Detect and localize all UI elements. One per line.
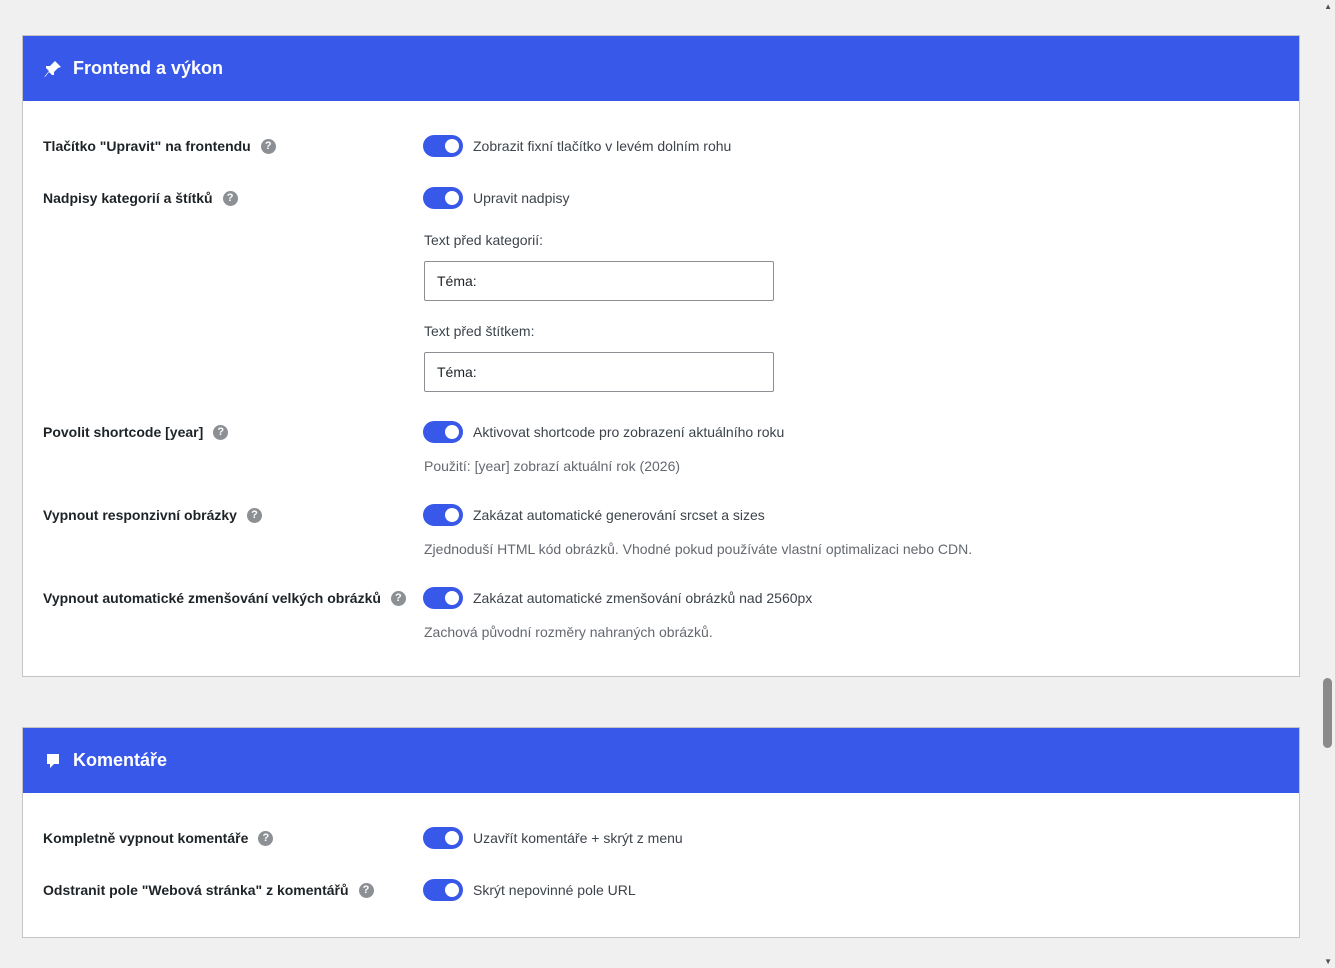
help-icon[interactable]: ? [390,590,406,606]
setting-description: Zachová původní rozměry nahraných obrázk… [424,624,713,640]
comments-panel-title: Komentáře [73,750,168,770]
toggle-label: Zakázat automatické generování srcset a … [473,507,765,523]
scroll-up-icon[interactable]: ▲ [1324,2,1332,11]
toggle-switch[interactable] [423,504,463,526]
help-icon[interactable]: ? [213,424,229,440]
setting-label: Vypnout responzivní obrázky [43,507,237,523]
setting-description: Zjednoduší HTML kód obrázků. Vhodné poku… [424,541,973,557]
tag-prefix-input[interactable]: Téma: [424,352,774,392]
scrollbar-thumb[interactable] [1323,678,1332,748]
help-icon[interactable]: ? [358,882,374,898]
toggle-switch[interactable] [423,827,463,849]
toggle-switch[interactable] [423,879,463,901]
toggle-label: Upravit nadpisy [473,190,570,206]
toggle-switch[interactable] [423,135,463,157]
setting-label: Odstranit pole "Webová stránka" z koment… [43,882,349,898]
comments-panel-header: Komentáře [23,728,1299,793]
setting-label: Vypnout automatické zmenšování velkých o… [43,590,381,606]
category-prefix-input[interactable]: Téma: [424,261,774,301]
tag-prefix-label: Text před štítkem: [424,323,535,339]
help-icon[interactable]: ? [246,507,262,523]
category-prefix-label: Text před kategorií: [424,232,544,248]
help-icon[interactable]: ? [260,138,276,154]
pin-icon [43,59,63,79]
help-icon[interactable]: ? [258,830,274,846]
setting-description: Použití: [year] zobrazí aktuální rok (20… [424,458,681,474]
setting-label: Tlačítko "Upravit" na frontendu [43,138,251,154]
setting-label: Kompletně vypnout komentáře [43,830,249,846]
setting-label: Povolit shortcode [year] [43,424,204,440]
toggle-label: Uzavřít komentáře + skrýt z menu [473,830,683,846]
toggle-label: Zobrazit fixní tlačítko v levém dolním r… [473,138,732,154]
scroll-down-icon[interactable]: ▼ [1324,957,1332,966]
toggle-label: Zakázat automatické zmenšování obrázků n… [473,590,813,606]
toggle-switch[interactable] [423,587,463,609]
frontend-panel-title: Frontend a výkon [73,58,224,78]
help-icon[interactable]: ? [222,190,238,206]
toggle-switch[interactable] [423,421,463,443]
toggle-switch[interactable] [423,187,463,209]
toggle-label: Skrýt nepovinné pole URL [473,882,636,898]
toggle-label: Aktivovat shortcode pro zobrazení aktuál… [473,424,785,440]
frontend-panel-header: Frontend a výkon [23,36,1299,101]
page-scrollbar[interactable]: ▲ ▼ [1320,0,1335,968]
comments-panel: Komentáře Kompletně vypnout komentáře? U… [22,727,1300,938]
comment-icon [43,751,63,771]
frontend-panel: Frontend a výkon Tlačítko "Upravit" na f… [22,35,1300,677]
setting-label: Nadpisy kategorií a štítků [43,190,213,206]
